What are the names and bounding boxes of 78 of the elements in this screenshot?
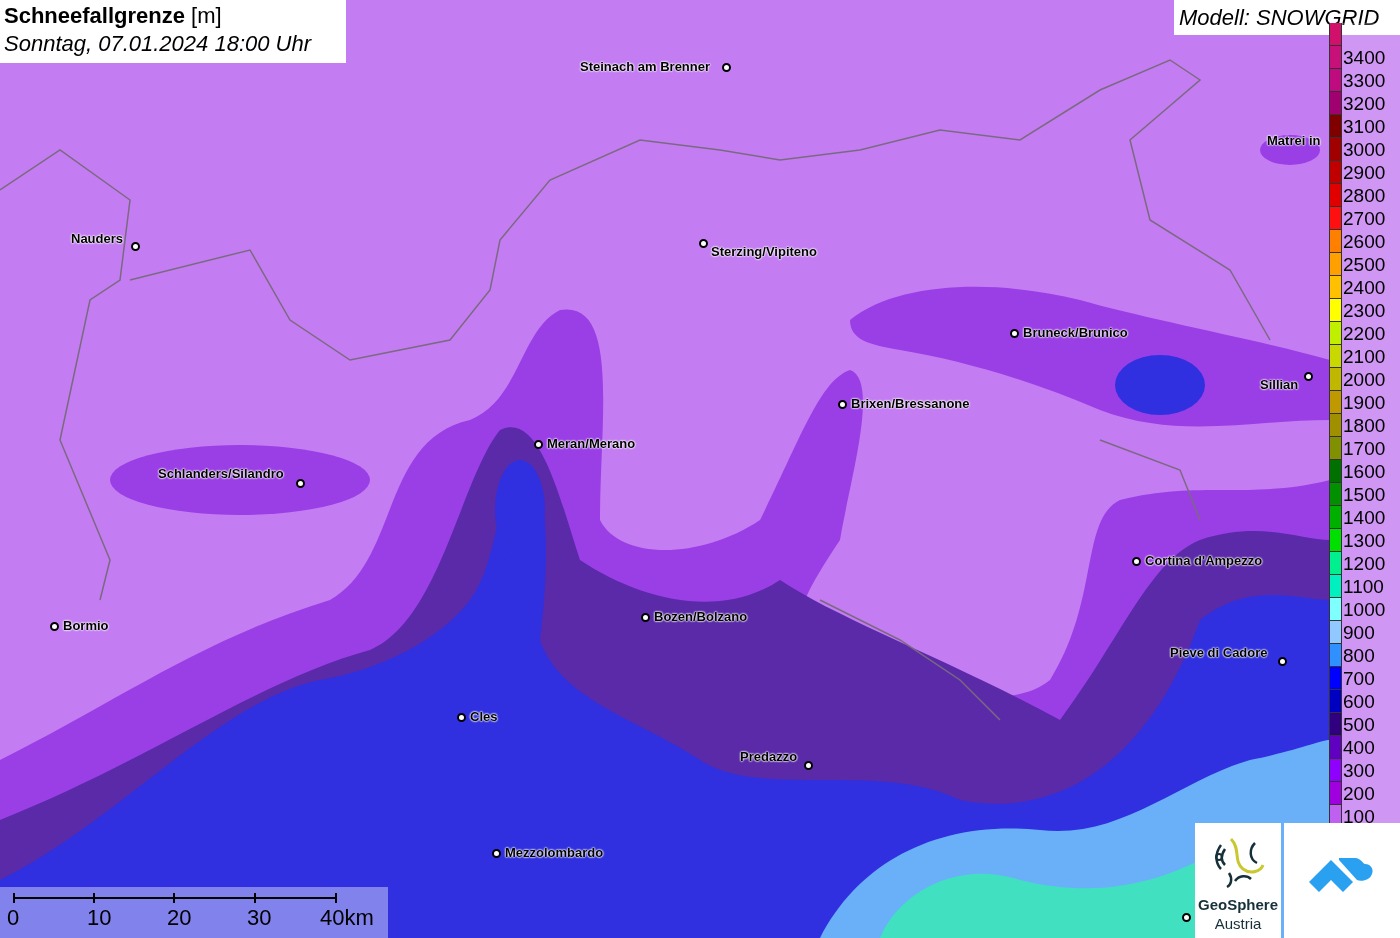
legend-value: 700 <box>1343 669 1375 688</box>
model-label: Modell: SNOWGRID <box>1174 0 1400 35</box>
city-marker-icon <box>641 613 650 622</box>
map-title: Schneefallgrenze <box>4 3 185 28</box>
city-marker-icon <box>804 761 813 770</box>
scale-label: 30 <box>247 907 272 929</box>
city-label: Meran/Merano <box>547 437 636 450</box>
forecast-datetime: Sonntag, 07.01.2024 18:00 Uhr <box>4 30 313 58</box>
legend-value: 900 <box>1343 623 1375 642</box>
legend-value: 3300 <box>1343 71 1386 90</box>
city-label: Sillian <box>1260 378 1299 391</box>
legend-value: 2200 <box>1343 324 1386 343</box>
legend-value: 2800 <box>1343 186 1386 205</box>
legend-value: 3000 <box>1343 140 1386 159</box>
city-label: Nauders <box>71 232 124 245</box>
city-label: Pieve di Cadore <box>1170 646 1268 659</box>
legend-value: 1000 <box>1343 600 1386 619</box>
city-marker-icon <box>1304 372 1313 381</box>
legend-value: 2300 <box>1343 301 1386 320</box>
legend-value: 2500 <box>1343 255 1386 274</box>
legend-value: 2700 <box>1343 209 1386 228</box>
legend-value: 2000 <box>1343 370 1386 389</box>
city-marker-icon <box>492 849 501 858</box>
legend-value: 1200 <box>1343 554 1386 573</box>
legend-value: 2900 <box>1343 163 1386 182</box>
scale-label: 0 <box>7 907 20 929</box>
scale-label: 40km <box>320 907 374 929</box>
legend-value: 1700 <box>1343 439 1386 458</box>
city-marker-icon <box>1132 557 1141 566</box>
city-label: Schlanders/Silandro <box>158 467 284 480</box>
legend-value: 2600 <box>1343 232 1386 251</box>
city-label: Steinach am Brenner <box>580 60 711 73</box>
legend-value: 3400 <box>1343 48 1386 67</box>
legend-value: 200 <box>1343 784 1375 803</box>
legend-value: 1300 <box>1343 531 1386 550</box>
legend-value: 600 <box>1343 692 1375 711</box>
legend-value: 2100 <box>1343 347 1386 366</box>
legend-value: 3200 <box>1343 94 1386 113</box>
legend-value: 2400 <box>1343 278 1386 297</box>
legend-value: 1100 <box>1343 577 1384 596</box>
logo-title: GeoSphere <box>1198 897 1278 912</box>
city-marker-icon <box>699 239 708 248</box>
legend-value: 100 <box>1343 807 1375 826</box>
legend-value: 800 <box>1343 646 1375 665</box>
legend-value: 1500 <box>1343 485 1386 504</box>
logo-subtitle: Austria <box>1214 916 1262 931</box>
legend-value: 400 <box>1343 738 1375 757</box>
city-marker-icon <box>131 242 140 251</box>
unit-label: [m] <box>191 3 222 28</box>
city-marker-icon <box>50 622 59 631</box>
legend-value: 1600 <box>1343 462 1386 481</box>
scale-label: 10 <box>87 907 112 929</box>
legend-value: 300 <box>1343 761 1375 780</box>
legend-value: 1900 <box>1343 393 1386 412</box>
city-label: Brixen/Bressanone <box>851 397 970 410</box>
city-marker-icon <box>1182 913 1191 922</box>
city-label: Cles <box>470 710 498 723</box>
city-label: Predazzo <box>740 750 798 763</box>
city-label: Cortina d'Ampezzo <box>1145 554 1263 567</box>
city-label: Mezzolombardo <box>505 846 604 859</box>
scale-label: 20 <box>167 907 192 929</box>
legend-value: 1400 <box>1343 508 1386 527</box>
city-label: Matrei in <box>1267 134 1321 147</box>
scale-ruler-icon <box>13 892 337 904</box>
city-label: Sterzing/Vipiteno <box>711 245 817 258</box>
legend-value: 3100 <box>1343 117 1386 136</box>
city-label: Bozen/Bolzano <box>654 610 748 623</box>
city-marker-icon <box>534 440 543 449</box>
city-marker-icon <box>722 63 731 72</box>
legend-value: 1800 <box>1343 416 1386 435</box>
city-label: Bormio <box>63 619 109 632</box>
city-marker-icon <box>1010 329 1019 338</box>
city-label: Bruneck/Brunico <box>1023 326 1128 339</box>
city-marker-icon <box>457 713 466 722</box>
city-marker-icon <box>296 479 305 488</box>
city-marker-icon <box>1278 657 1287 666</box>
city-marker-icon <box>838 400 847 409</box>
legend-value: 500 <box>1343 715 1375 734</box>
